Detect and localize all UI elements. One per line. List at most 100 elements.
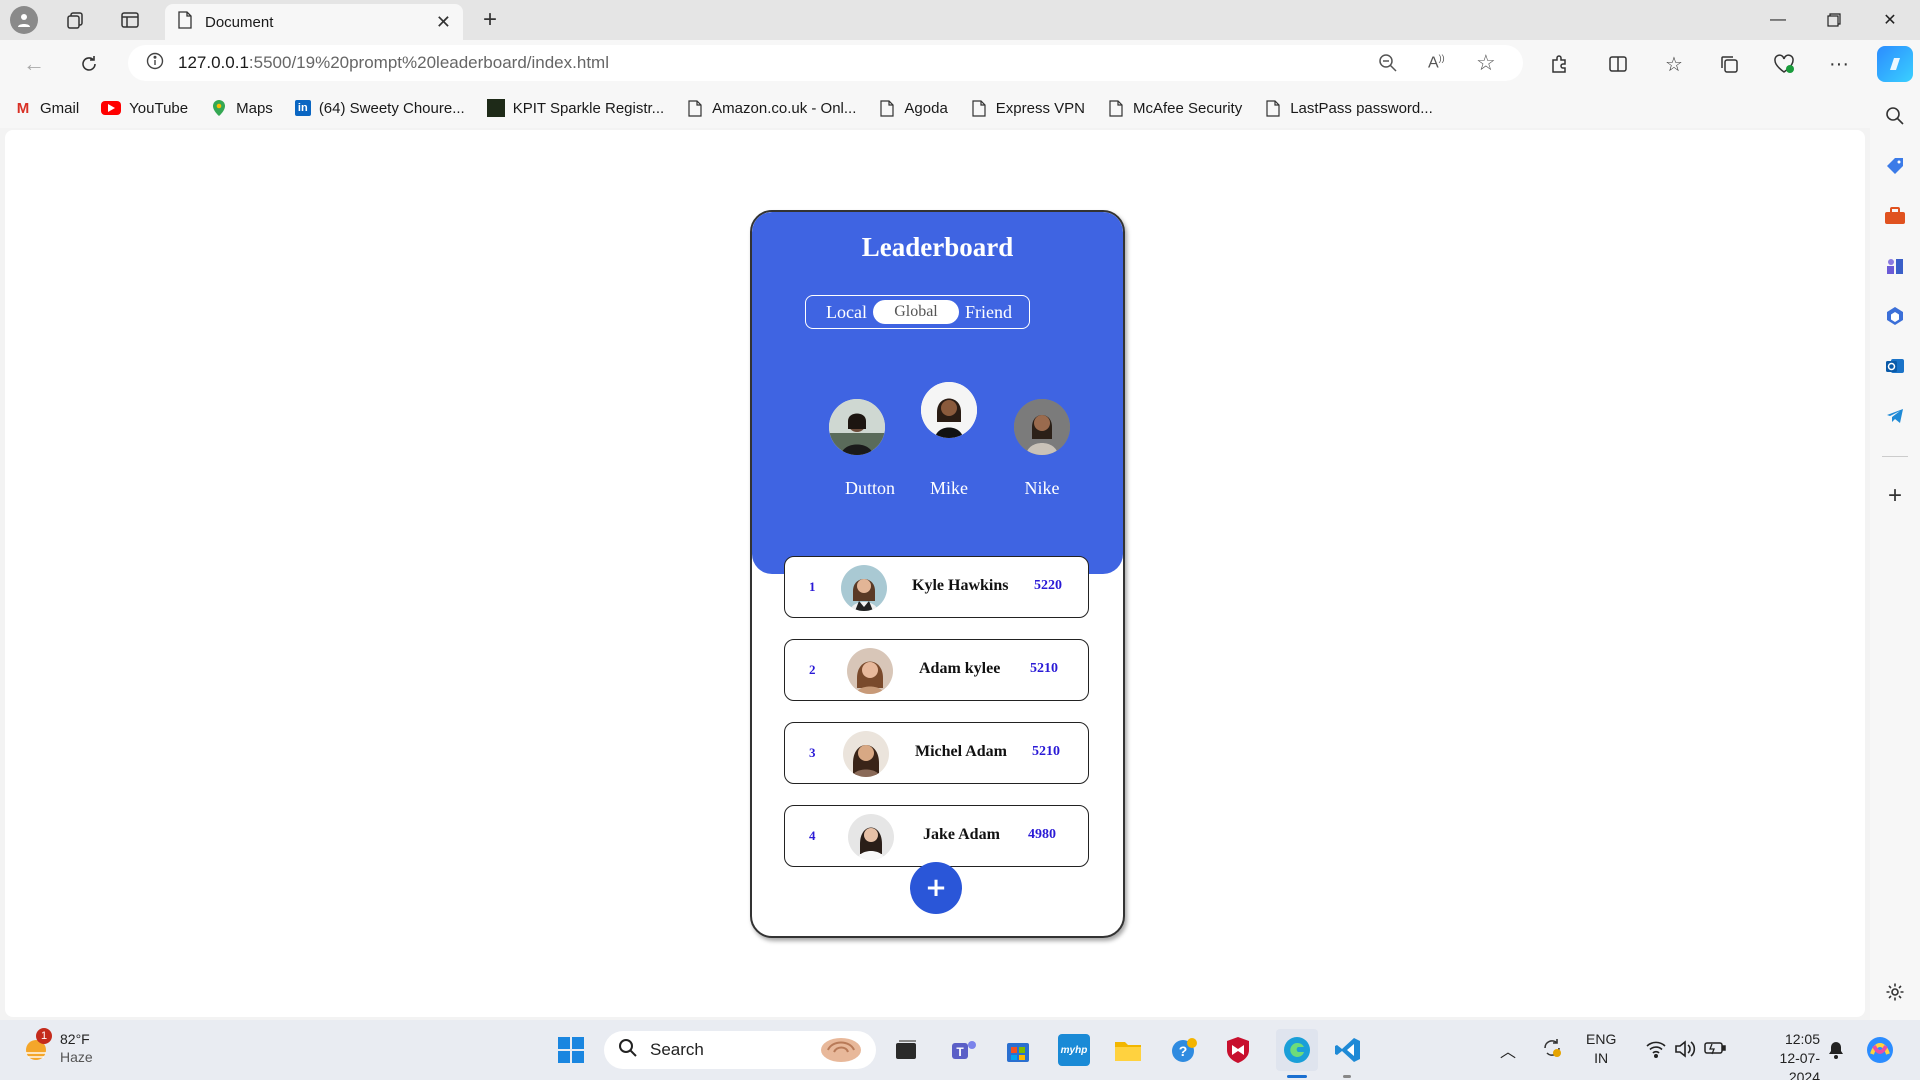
games-icon[interactable] <box>1883 254 1907 278</box>
microsoft365-icon[interactable] <box>1883 304 1907 328</box>
active-app-indicator <box>1287 1075 1307 1078</box>
rank-number: 2 <box>809 662 816 677</box>
page-icon <box>878 99 896 117</box>
bookmark-mcafee[interactable]: McAfee Security <box>1107 99 1242 117</box>
site-info-icon[interactable] <box>146 52 164 75</box>
browser-essentials-icon[interactable] <box>1768 48 1800 80</box>
file-explorer-icon[interactable] <box>1112 1034 1144 1066</box>
bookmark-lastpass[interactable]: LastPass password... <box>1264 99 1433 117</box>
zoom-icon[interactable] <box>1378 53 1398 78</box>
microsoft-store-icon[interactable] <box>1002 1034 1034 1066</box>
helper-app-icon[interactable]: ? <box>1168 1034 1200 1066</box>
telegram-icon[interactable] <box>1883 404 1907 428</box>
weather-widget[interactable]: 1 82°F Haze <box>22 1028 93 1066</box>
search-placeholder: Search <box>650 1040 704 1059</box>
leaderboard-row[interactable]: 3 Michel Adam 5210 <box>784 722 1089 784</box>
task-view-icon[interactable] <box>890 1034 922 1066</box>
address-bar[interactable]: 127.0.0.1:5500/19%20prompt%20leaderboard… <box>128 45 1523 81</box>
linkedin-icon: in <box>294 100 311 116</box>
tab-global[interactable]: Global <box>872 300 959 324</box>
copilot-taskbar-icon[interactable] <box>1864 1034 1896 1071</box>
kpit-icon <box>486 99 505 117</box>
extensions-icon[interactable] <box>1543 48 1575 80</box>
player-score: 4980 <box>1028 827 1056 842</box>
collections-icon[interactable] <box>1713 48 1745 80</box>
browser-tab[interactable]: Document ✕ <box>165 4 463 40</box>
battery-icon[interactable] <box>1704 1041 1726 1058</box>
tab-local[interactable]: Local <box>826 302 867 323</box>
focus-icon[interactable] <box>1826 1040 1846 1065</box>
refresh-icon[interactable] <box>73 48 105 80</box>
gmail-icon: M <box>16 99 30 117</box>
player-name: Jake Adam <box>923 826 1000 843</box>
settings-gear-icon[interactable] <box>1883 980 1907 1004</box>
page-icon <box>1264 99 1282 117</box>
more-menu-icon[interactable]: ··· <box>1823 48 1855 80</box>
page-icon <box>177 11 193 33</box>
minimize-icon[interactable]: — <box>1750 0 1806 40</box>
workspaces-icon[interactable] <box>63 8 87 32</box>
show-hidden-icons-icon[interactable]: ︿ <box>1500 1038 1516 1062</box>
sync-icon[interactable] <box>1540 1036 1564 1063</box>
bookmark-amazon[interactable]: Amazon.co.uk - Onl... <box>686 99 856 117</box>
outlook-icon[interactable] <box>1883 354 1907 378</box>
bookmark-expressvpn[interactable]: Express VPN <box>970 99 1085 117</box>
myhp-icon[interactable]: myhp <box>1058 1034 1090 1066</box>
rank-number: 4 <box>809 828 816 843</box>
split-screen-icon[interactable] <box>1602 48 1634 80</box>
bookmark-label: McAfee Security <box>1132 99 1243 117</box>
avatar-nike[interactable] <box>1014 399 1070 455</box>
tab-title: Document <box>205 13 274 31</box>
tab-friend[interactable]: Friend <box>965 302 1012 323</box>
leaderboard-row[interactable]: 1 Kyle Hawkins 5220 <box>784 556 1089 618</box>
tab-actions-icon[interactable] <box>118 8 142 32</box>
vscode-icon[interactable] <box>1332 1034 1364 1066</box>
read-aloud-icon[interactable]: A)) <box>1428 53 1445 72</box>
bookmark-agoda[interactable]: Agoda <box>878 99 948 117</box>
copilot-icon[interactable] <box>1877 46 1913 82</box>
volume-icon[interactable] <box>1674 1040 1696 1061</box>
windows-taskbar: 1 82°F Haze Search T myhp ? ︿ ENG IN 12:… <box>0 1020 1920 1080</box>
taskbar-clock[interactable]: 12:05 12-07-2024 <box>1760 1030 1820 1080</box>
language-indicator[interactable]: ENG IN <box>1586 1030 1616 1068</box>
leaderboard-row[interactable]: 4 Jake Adam 4980 <box>784 805 1089 867</box>
tab-bar: Document ✕ + — ✕ <box>0 0 1920 40</box>
mcafee-icon[interactable] <box>1222 1034 1254 1066</box>
avatar <box>848 814 894 860</box>
profile-icon[interactable] <box>10 6 38 34</box>
edge-taskbar-icon[interactable] <box>1276 1029 1318 1071</box>
add-button[interactable]: + <box>910 862 962 914</box>
wifi-icon[interactable] <box>1646 1040 1666 1061</box>
favorite-star-icon[interactable]: ☆ <box>1476 50 1496 76</box>
bookmark-youtube[interactable]: YouTube <box>101 100 188 117</box>
restore-icon[interactable] <box>1806 0 1862 40</box>
taskbar-search[interactable]: Search <box>604 1031 876 1069</box>
bookmark-linkedin[interactable]: in (64) Sweety Choure... <box>294 100 465 117</box>
bookmark-kpit[interactable]: KPIT Sparkle Registr... <box>486 99 664 117</box>
rank-number: 3 <box>809 745 816 760</box>
page-icon <box>686 99 704 117</box>
new-tab-icon[interactable]: + <box>478 6 502 33</box>
teams-icon[interactable]: T <box>948 1034 980 1066</box>
tools-icon[interactable] <box>1883 204 1907 228</box>
leaderboard-row[interactable]: 2 Adam kylee 5210 <box>784 639 1089 701</box>
shopping-tag-icon[interactable] <box>1883 154 1907 178</box>
back-icon[interactable]: ← <box>18 48 50 80</box>
bookmark-label: Gmail <box>40 99 80 117</box>
close-window-icon[interactable]: ✕ <box>1862 0 1918 40</box>
player-score: 5220 <box>1034 578 1062 593</box>
bookmark-label: Express VPN <box>995 99 1085 117</box>
search-icon <box>618 1038 638 1063</box>
language-code: ENG <box>1586 1031 1617 1047</box>
weather-temp: 82°F <box>60 1031 90 1047</box>
url-host: 127.0.0.1 <box>178 53 249 72</box>
bookmark-gmail[interactable]: M Gmail <box>14 99 79 117</box>
search-icon[interactable] <box>1883 104 1907 128</box>
windows-start-icon[interactable] <box>555 1034 587 1066</box>
avatar-mike[interactable] <box>921 382 977 438</box>
add-sidebar-app-icon[interactable]: + <box>1883 482 1907 509</box>
bookmark-maps[interactable]: Maps <box>210 99 273 117</box>
close-tab-icon[interactable]: ✕ <box>436 12 451 33</box>
avatar-dutton[interactable] <box>829 399 885 455</box>
favorites-icon[interactable]: ☆ <box>1658 48 1690 80</box>
